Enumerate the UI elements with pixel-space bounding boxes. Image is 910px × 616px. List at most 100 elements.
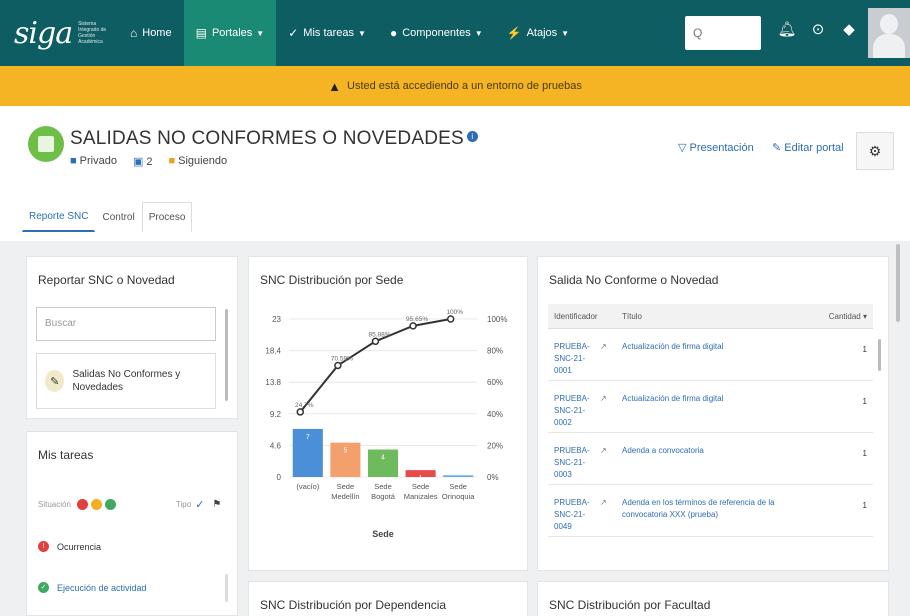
y-right-tick-label: 60% [487, 378, 503, 387]
table-row[interactable]: PRUEBA-SNC-21-0049 ↗ Adenda en los término… [548, 485, 873, 537]
x-tick-label: Medellín [331, 492, 359, 501]
card-title: Mis tareas [38, 448, 94, 462]
lock-icon: ■ [70, 155, 77, 167]
external-link-icon[interactable]: ↗ [600, 445, 607, 484]
portal-header: SALIDAS NO CONFORMES O NOVEDADES i ■ Priva… [0, 106, 910, 241]
settings-button[interactable]: ⚙ [856, 132, 894, 170]
status-red-dot: ! [38, 541, 49, 552]
logo[interactable]: siga Sistema Integrado de Gestión Académ… [0, 0, 118, 66]
presentation-link[interactable]: ▽ Presentación [678, 141, 754, 154]
task-item[interactable]: ✓ Ejecución de actividad [38, 582, 147, 593]
report-snc-card: Reportar SNC o Novedad Buscar ✎ Salidas … [26, 256, 238, 419]
gear-icon: ⚙ [868, 142, 882, 159]
avatar[interactable] [868, 8, 910, 58]
row-titulo[interactable]: Adenda a convocatoria [618, 433, 818, 484]
y-right-tick-label: 0% [487, 473, 499, 482]
x-tick-label: (vacío) [296, 482, 319, 491]
external-link-icon[interactable]: ↗ [600, 341, 607, 380]
portal-meta: ■ Privado ▣ 2 ■ Siguiendo [70, 155, 227, 168]
pareto-chart: 0 4.6 9.2 13.8 18.4 23 0% 20% 40% 60% 80% 100% 7 (vac… [265, 309, 507, 539]
x-tick-label: Sede [412, 482, 430, 491]
y-tick-label: 4.6 [270, 441, 282, 450]
y-tick-label: 9.2 [270, 410, 282, 419]
tab-proceso[interactable]: Proceso [141, 202, 193, 232]
table-row[interactable]: PRUEBA-SNC-21-0001 ↗ Actualización de firm… [548, 329, 873, 381]
flag-icon[interactable]: ⚑ [212, 499, 221, 510]
nav-componentes[interactable]: ● Componentes ▼ [378, 0, 495, 66]
column-header-identificador[interactable]: Identificador [548, 312, 618, 321]
table-row[interactable]: PRUEBA-SNC-21-0002 ↗ Actualización de firm… [548, 381, 873, 433]
caret-down-icon: ▼ [561, 28, 570, 38]
column-header-titulo[interactable]: Título [618, 312, 818, 321]
tab-control[interactable]: Control [95, 202, 141, 232]
scrollbar[interactable] [225, 309, 228, 401]
row-identificador[interactable]: PRUEBA-SNC-21-0049 ↗ [548, 485, 618, 536]
home-icon: ⌂ [130, 26, 138, 40]
point-label: 95.65% [406, 316, 428, 323]
table-row[interactable]: PRUEBA-SNC-21-0003 ↗ Adenda a convocatoria… [548, 433, 873, 485]
search-icon: Q [693, 26, 703, 40]
column-header-cantidad[interactable]: Cantidad ▾ [818, 312, 873, 321]
snc-table: Identificador Título Cantidad ▾ PRUEBA-S… [548, 304, 873, 537]
task-item[interactable]: ! Ocurrencia [38, 541, 101, 552]
row-titulo[interactable]: Adenda en los términos de referencia de … [618, 485, 818, 536]
y-right-tick-label: 80% [487, 347, 503, 356]
portal-icon: ▤ [195, 26, 207, 40]
nav-home[interactable]: ⌂ Home [118, 0, 184, 66]
main-nav: ⌂ Home ▤ Portales ▼ ✓ Mis tareas ▼ ● Com… [118, 0, 581, 66]
status-green-dot[interactable] [104, 499, 116, 510]
row-identificador[interactable]: PRUEBA-SNC-21-0001 ↗ [548, 329, 618, 380]
page-scrollbar[interactable] [896, 244, 900, 322]
tab-reporte-snc[interactable]: Reporte SNC [22, 202, 96, 232]
warning-icon: ▲ [328, 78, 342, 94]
y-right-tick-label: 100% [487, 315, 507, 324]
x-tick-label: Sede [337, 482, 355, 491]
card-title: Reportar SNC o Novedad [38, 273, 175, 287]
page-title: SALIDAS NO CONFORMES O NOVEDADES i [70, 128, 478, 150]
snc-facultad-card: SNC Distribución por Facultad [537, 581, 889, 616]
y-right-tick-label: 40% [487, 410, 503, 419]
status-red-dot[interactable] [76, 499, 88, 510]
caret-down-icon: ▼ [474, 28, 483, 38]
status-yellow-dot[interactable] [90, 499, 102, 510]
row-titulo[interactable]: Actualización de firma digital [618, 329, 818, 380]
row-titulo[interactable]: Actualización de firma digital [618, 381, 818, 432]
point-label: 100% [446, 309, 463, 316]
nav-mis-tareas[interactable]: ✓ Mis tareas ▼ [276, 0, 378, 66]
bell-icon[interactable]: 🔔︎ [776, 20, 798, 38]
caret-down-icon: ▼ [256, 28, 265, 38]
info-icon[interactable]: i [466, 131, 478, 142]
snc-table-card: Salida No Conforme o Novedad Identificad… [537, 256, 889, 571]
pencil-icon: ✎ [45, 370, 65, 392]
cumulative-point [371, 337, 380, 346]
users-icon: ▣ [132, 156, 144, 168]
y-tick-label: 23 [272, 315, 281, 324]
nav-atajos[interactable]: ⚡ Atajos ▼ [495, 0, 581, 66]
snc-portlet-item[interactable]: ✎ Salidas No Conformes y Novedades [36, 353, 216, 409]
y-tick-label: 0 [277, 473, 282, 482]
check-icon: ✓ [288, 26, 299, 40]
card-title: Salida No Conforme o Novedad [549, 273, 719, 287]
external-link-icon[interactable]: ↗ [600, 393, 607, 432]
bar-value-label: 5 [343, 448, 347, 455]
nav-search-input[interactable]: Q [685, 16, 761, 50]
scrollbar[interactable] [225, 574, 228, 602]
help-icon[interactable]: ⊙ [807, 20, 829, 38]
x-tick-label: Bogotá [371, 492, 396, 501]
external-link-icon[interactable]: ↗ [600, 497, 607, 536]
bar [443, 475, 474, 477]
table-header: Identificador Título Cantidad ▾ [548, 304, 873, 329]
row-identificador[interactable]: PRUEBA-SNC-21-0002 ↗ [548, 381, 618, 432]
graduation-cap-icon[interactable]: ◆ [838, 20, 860, 38]
following-status[interactable]: ■ Siguiendo [168, 155, 227, 168]
edit-portal-link[interactable]: ✎ Editar portal [772, 141, 844, 154]
scrollbar[interactable] [878, 339, 881, 371]
portlet-search-input[interactable]: Buscar [36, 307, 216, 341]
nav-portales[interactable]: ▤ Portales ▼ [183, 0, 277, 66]
row-identificador[interactable]: PRUEBA-SNC-21-0003 ↗ [548, 433, 618, 484]
members-count[interactable]: ▣ 2 [133, 155, 153, 168]
card-title: SNC Distribución por Facultad [549, 598, 711, 612]
y-right-tick-label: 20% [487, 441, 503, 450]
test-environment-banner: ▲ Usted está accediendo a un entorno de … [0, 66, 910, 106]
check-icon[interactable]: ✓ [195, 498, 204, 511]
